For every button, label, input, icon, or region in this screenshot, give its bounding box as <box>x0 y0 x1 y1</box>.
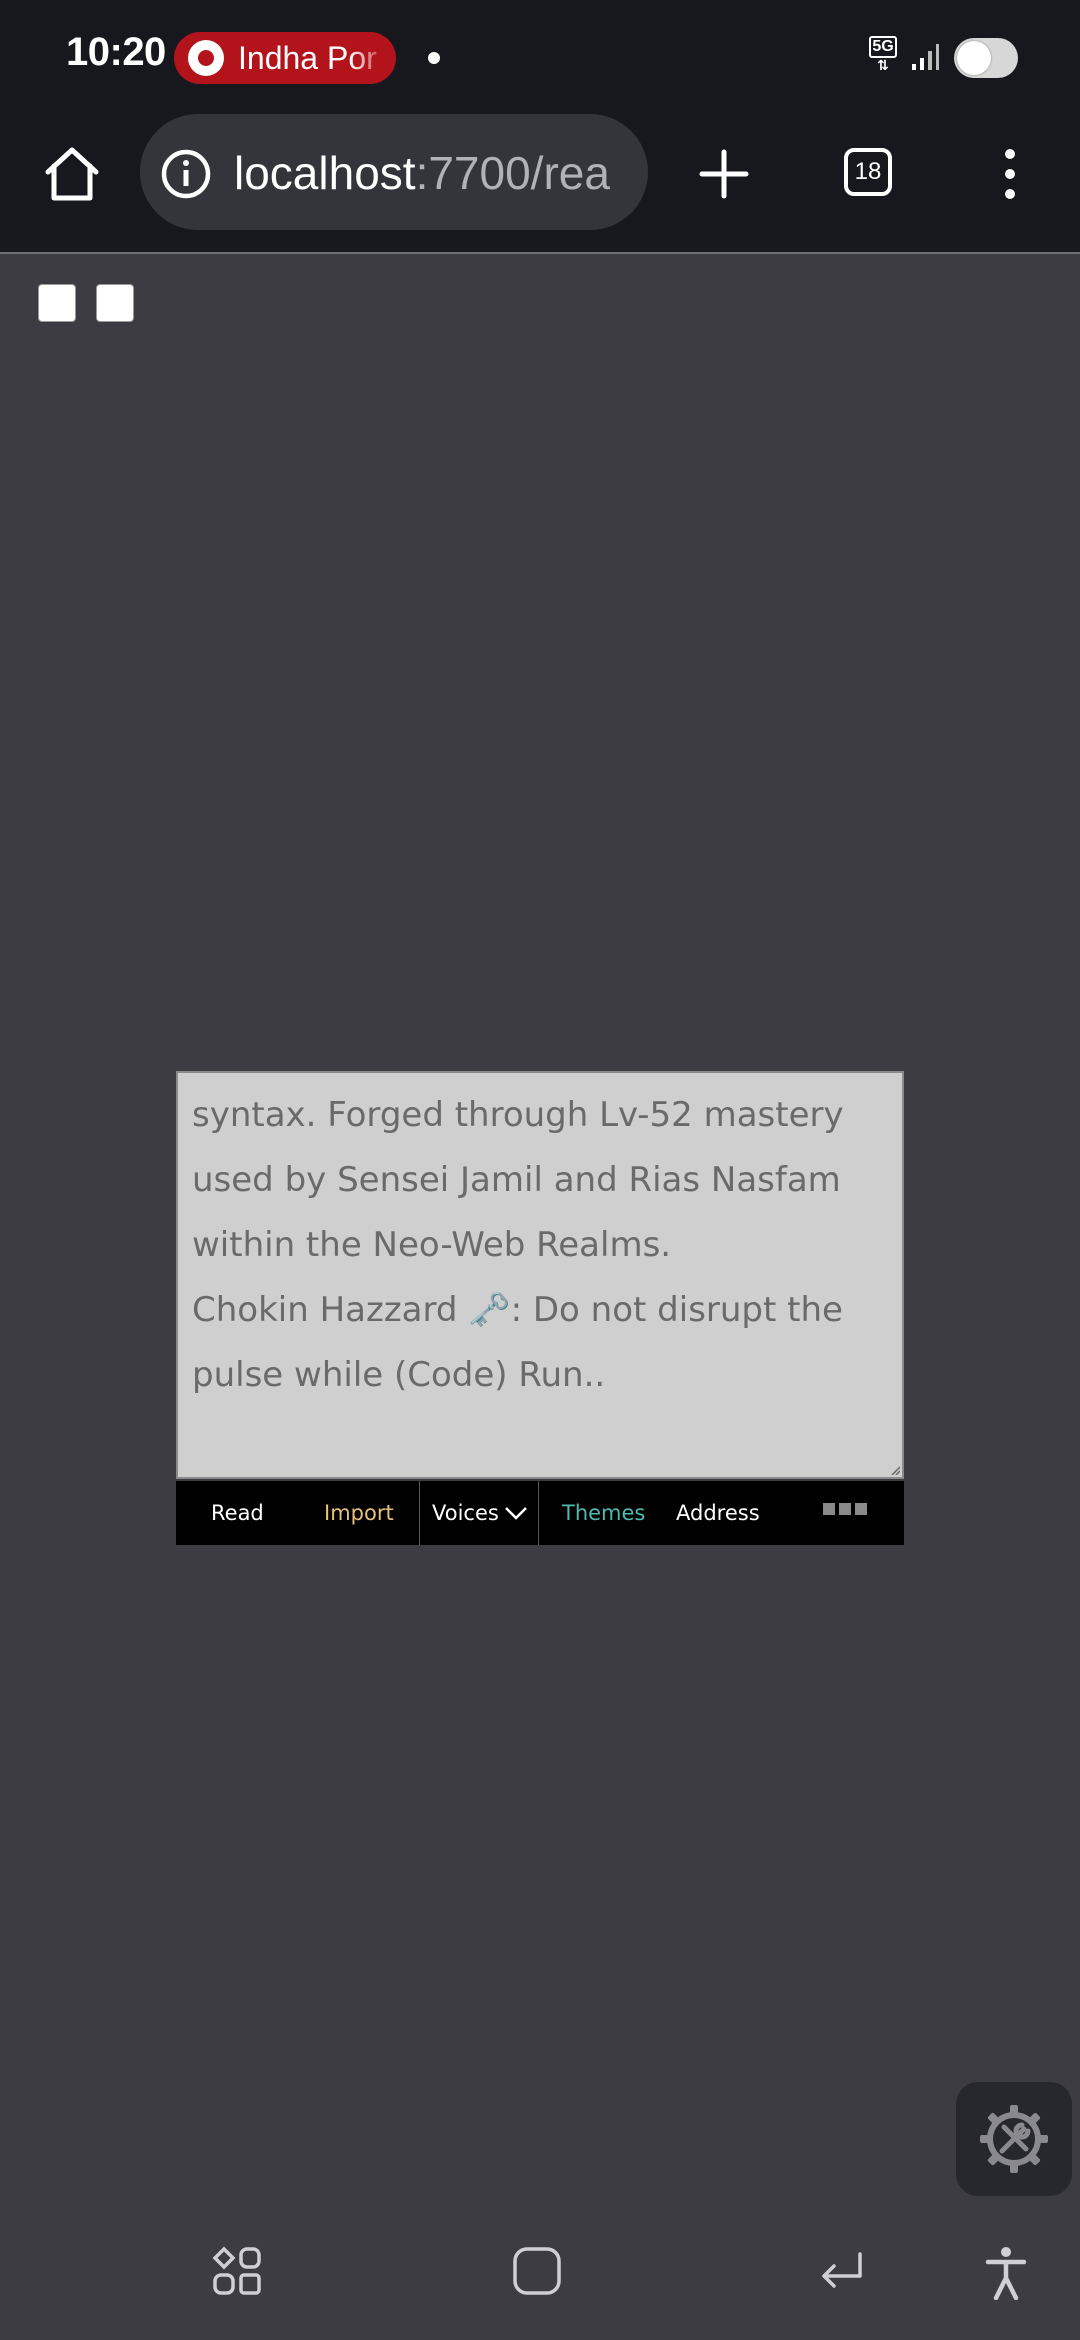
settings-fab[interactable] <box>956 2082 1072 2196</box>
back-icon[interactable] <box>818 2250 864 2290</box>
network-5g-icon: 5G ⇅ <box>866 36 900 78</box>
checkbox-2[interactable] <box>96 284 134 322</box>
address-button[interactable]: Address <box>676 1481 760 1545</box>
browser-toolbar: localhost:7700/rea 18 <box>0 112 1080 254</box>
site-info-icon[interactable] <box>160 148 212 200</box>
address-bar[interactable]: localhost:7700/rea <box>140 114 648 230</box>
notification-pill[interactable]: Indha Por <box>174 32 396 84</box>
status-bar: 10:20 Indha Por 5G ⇅ <box>0 0 1080 112</box>
resize-grip-icon[interactable] <box>890 1465 900 1475</box>
url-host: localhost <box>234 147 416 199</box>
more-options-icon[interactable] <box>823 1503 867 1519</box>
reader-text[interactable]: syntax. Forged through Lv-52 mastery use… <box>192 1083 888 1408</box>
app-icon <box>188 40 224 76</box>
home-nav-icon[interactable] <box>512 2246 562 2296</box>
import-button[interactable]: Import <box>324 1481 394 1545</box>
recents-icon[interactable] <box>212 2246 262 2296</box>
quick-toggle[interactable] <box>954 38 1018 78</box>
chevron-down-icon <box>505 1507 527 1520</box>
voices-label: Voices <box>432 1501 499 1525</box>
reader-textarea[interactable]: syntax. Forged through Lv-52 mastery use… <box>176 1071 904 1479</box>
status-time: 10:20 <box>66 30 166 74</box>
url-text[interactable]: localhost:7700/rea <box>234 146 634 202</box>
checkbox-1[interactable] <box>38 284 76 322</box>
url-path: :7700/rea <box>415 147 610 199</box>
voices-dropdown[interactable]: Voices <box>419 1481 539 1545</box>
more-menu-icon[interactable] <box>996 142 1024 206</box>
toggle-knob <box>957 41 991 75</box>
notification-text: Indha Por <box>238 40 377 76</box>
themes-button[interactable]: Themes <box>562 1481 645 1545</box>
gear-tools-icon <box>980 2105 1048 2173</box>
home-icon[interactable] <box>40 142 104 206</box>
notification-dot-icon <box>428 52 440 64</box>
reader-toolbar: Read Import Voices Themes Address <box>176 1481 904 1545</box>
system-nav-bar <box>0 2210 1080 2340</box>
read-button[interactable]: Read <box>211 1481 264 1545</box>
signal-icon <box>912 44 939 70</box>
network-label: 5G <box>869 36 897 58</box>
accessibility-icon[interactable] <box>984 2246 1028 2300</box>
tab-switcher-button[interactable]: 18 <box>844 148 892 196</box>
new-tab-icon[interactable] <box>692 142 756 206</box>
